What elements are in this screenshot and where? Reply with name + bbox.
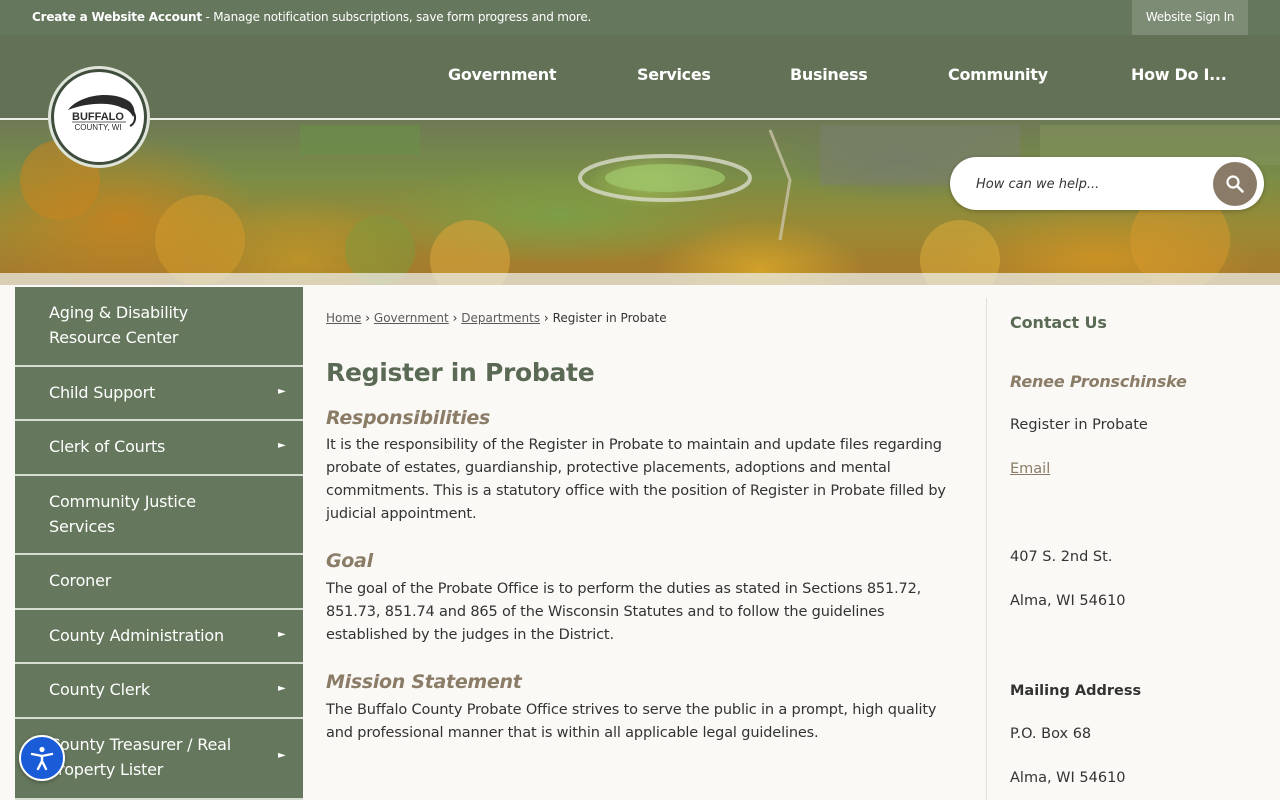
sidebar-item-label: County Administration [49, 626, 224, 645]
breadcrumb-government[interactable]: Government [374, 311, 449, 325]
goal-text: The goal of the Probate Office is to per… [326, 581, 922, 643]
county-logo[interactable]: BUFFALO COUNTY, WI [51, 69, 147, 165]
sidebar-item-label: Community Justice Services [49, 492, 196, 536]
breadcrumb-departments[interactable]: Departments [461, 311, 540, 325]
breadcrumb: Home › Government › Departments › Regist… [326, 311, 667, 325]
accessibility-icon [30, 746, 54, 771]
nav-government[interactable]: Government [448, 65, 557, 84]
search-button[interactable] [1213, 162, 1257, 206]
goal-heading: Goal [326, 550, 373, 572]
sidebar-item-county-administration[interactable]: County Administration ► [15, 610, 303, 664]
sidebar-item-label: Child Support [49, 383, 156, 402]
expand-arrow-icon[interactable]: ► [278, 440, 286, 451]
main-header: Government Services Business Community H… [0, 35, 1280, 120]
expand-arrow-icon[interactable]: ► [278, 629, 286, 640]
logo-line1: BUFFALO [72, 111, 124, 123]
breadcrumb-separator: › [365, 311, 371, 325]
expand-arrow-icon[interactable]: ► [278, 683, 286, 694]
utility-bar: Create a Website Account - Manage notifi… [0, 0, 1280, 35]
contact-role: Register in Probate [1010, 417, 1148, 433]
mission-heading: Mission Statement [326, 671, 522, 693]
bison-logo-icon: BUFFALO COUNTY, WI [68, 95, 136, 132]
search-input[interactable] [976, 173, 1196, 195]
breadcrumb-home[interactable]: Home [326, 311, 361, 325]
nav-community[interactable]: Community [948, 65, 1048, 84]
contact-city: Alma, WI 54610 [1010, 593, 1126, 609]
responsibilities-heading: Responsibilities [326, 407, 491, 429]
page-title: Register in Probate [326, 358, 595, 387]
sidebar-item-label: County Clerk [49, 680, 150, 699]
contact-us-heading: Contact Us [1010, 313, 1107, 332]
mailing-po-box: P.O. Box 68 [1010, 726, 1092, 742]
contact-email-link[interactable]: Email [1010, 461, 1050, 477]
hero-bottom-fade [0, 273, 1280, 285]
content-divider [986, 298, 987, 800]
search-icon [1226, 175, 1244, 193]
mailing-address-heading: Mailing Address [1010, 683, 1142, 699]
mailing-city: Alma, WI 54610 [1010, 770, 1126, 786]
sidebar-item-aging-disability[interactable]: Aging & Disability Resource Center [15, 287, 303, 367]
create-account-description: - Manage notification subscriptions, sav… [201, 10, 592, 24]
sidebar-item-label: Clerk of Courts [49, 437, 166, 456]
create-account-link[interactable]: Create a Website Account - Manage notifi… [32, 10, 591, 24]
sidebar-item-county-clerk[interactable]: County Clerk ► [15, 664, 303, 719]
sidebar-item-child-support[interactable]: Child Support ► [15, 367, 303, 421]
create-account-label[interactable]: Create a Website Account [32, 10, 202, 24]
breadcrumb-separator: › [543, 311, 549, 325]
breadcrumb-separator: › [452, 311, 458, 325]
nav-services[interactable]: Services [637, 65, 711, 84]
sidebar-item-label: County Treasurer / Real Property Lister [49, 735, 231, 779]
website-sign-in-button[interactable]: Website Sign In [1132, 0, 1248, 35]
contact-street: 407 S. 2nd St. [1010, 549, 1113, 565]
accessibility-button[interactable] [19, 735, 65, 781]
sidebar-item-clerk-of-courts[interactable]: Clerk of Courts ► [15, 421, 303, 476]
sidebar-item-label: Aging & Disability Resource Center [49, 303, 189, 347]
breadcrumb-current: Register in Probate [552, 311, 667, 325]
responsibilities-text: It is the responsibility of the Register… [326, 437, 946, 522]
expand-arrow-icon[interactable]: ► [278, 750, 286, 761]
sidebar-item-community-justice[interactable]: Community Justice Services [15, 476, 303, 555]
nav-how-do-i[interactable]: How Do I... [1131, 65, 1227, 84]
expand-arrow-icon[interactable]: ► [278, 386, 286, 397]
sidebar-item-coroner[interactable]: Coroner [15, 555, 303, 610]
contact-name: Renee Pronschinske [1010, 372, 1187, 391]
mission-text: The Buffalo County Probate Office strive… [326, 702, 937, 741]
nav-business[interactable]: Business [790, 65, 868, 84]
logo-line2: COUNTY, WI [75, 123, 122, 132]
sidebar-item-label: Coroner [49, 571, 112, 590]
